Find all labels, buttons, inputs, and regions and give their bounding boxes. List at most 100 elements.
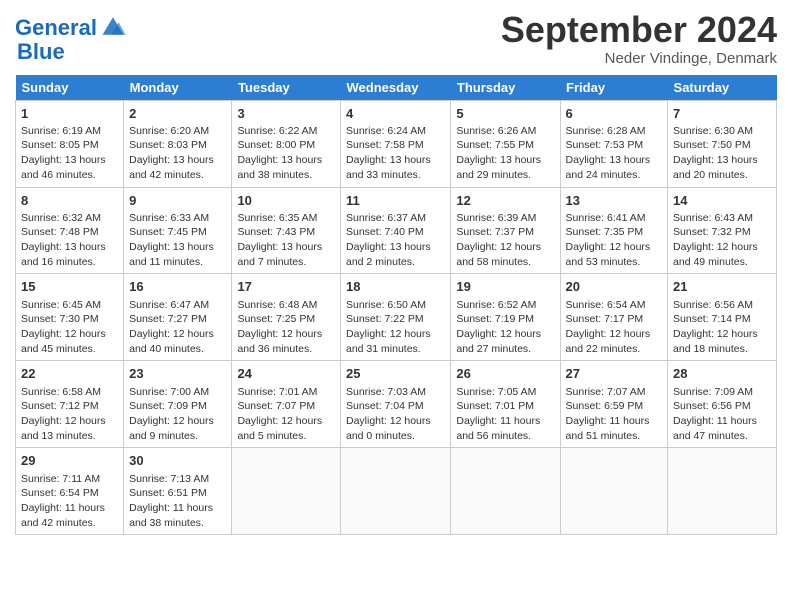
day-info: Daylight: 13 hours: [129, 153, 226, 168]
day-info: and 49 minutes.: [673, 255, 771, 270]
day-info: Daylight: 12 hours: [346, 327, 445, 342]
day-info: and 42 minutes.: [129, 168, 226, 183]
day-info: Sunset: 7:09 PM: [129, 399, 226, 414]
day-number: 5: [456, 105, 554, 123]
day-info: Sunrise: 6:41 AM: [566, 211, 662, 226]
day-info: and 24 minutes.: [566, 168, 662, 183]
day-info: Daylight: 13 hours: [346, 240, 445, 255]
day-info: and 18 minutes.: [673, 342, 771, 357]
day-info: Sunrise: 6:30 AM: [673, 124, 771, 139]
day-info: Sunrise: 6:52 AM: [456, 298, 554, 313]
day-info: Sunrise: 6:39 AM: [456, 211, 554, 226]
calendar-cell: 1Sunrise: 6:19 AMSunset: 8:05 PMDaylight…: [16, 100, 124, 187]
day-info: Sunset: 6:56 PM: [673, 399, 771, 414]
calendar-cell: 20Sunrise: 6:54 AMSunset: 7:17 PMDayligh…: [560, 274, 667, 361]
day-info: Sunrise: 6:32 AM: [21, 211, 118, 226]
calendar-cell: 26Sunrise: 7:05 AMSunset: 7:01 PMDayligh…: [451, 361, 560, 448]
day-number: 4: [346, 105, 445, 123]
day-info: Sunset: 7:04 PM: [346, 399, 445, 414]
day-number: 24: [237, 365, 335, 383]
day-number: 12: [456, 192, 554, 210]
day-info: Sunset: 7:01 PM: [456, 399, 554, 414]
calendar-cell: 28Sunrise: 7:09 AMSunset: 6:56 PMDayligh…: [668, 361, 777, 448]
day-info: and 38 minutes.: [129, 516, 226, 531]
day-number: 25: [346, 365, 445, 383]
calendar-cell: [232, 448, 341, 535]
day-number: 23: [129, 365, 226, 383]
logo-text2: Blue: [17, 39, 65, 64]
day-number: 10: [237, 192, 335, 210]
day-number: 22: [21, 365, 118, 383]
day-info: and 20 minutes.: [673, 168, 771, 183]
calendar-cell: 5Sunrise: 6:26 AMSunset: 7:55 PMDaylight…: [451, 100, 560, 187]
day-info: and 58 minutes.: [456, 255, 554, 270]
day-info: Sunrise: 6:22 AM: [237, 124, 335, 139]
header-thursday: Thursday: [451, 75, 560, 101]
day-info: Daylight: 12 hours: [129, 327, 226, 342]
calendar-cell: 2Sunrise: 6:20 AMSunset: 8:03 PMDaylight…: [124, 100, 232, 187]
day-info: Sunset: 7:37 PM: [456, 225, 554, 240]
week-row-4: 29Sunrise: 7:11 AMSunset: 6:54 PMDayligh…: [16, 448, 777, 535]
day-info: Daylight: 13 hours: [237, 240, 335, 255]
day-info: Sunrise: 6:28 AM: [566, 124, 662, 139]
header-wednesday: Wednesday: [341, 75, 451, 101]
day-info: Daylight: 12 hours: [673, 327, 771, 342]
day-info: Sunset: 7:53 PM: [566, 138, 662, 153]
day-number: 14: [673, 192, 771, 210]
day-info: Sunset: 6:59 PM: [566, 399, 662, 414]
day-number: 20: [566, 278, 662, 296]
day-info: Sunrise: 6:20 AM: [129, 124, 226, 139]
day-info: Sunset: 7:07 PM: [237, 399, 335, 414]
day-info: and 0 minutes.: [346, 429, 445, 444]
day-info: and 36 minutes.: [237, 342, 335, 357]
day-info: and 31 minutes.: [346, 342, 445, 357]
day-number: 19: [456, 278, 554, 296]
day-number: 21: [673, 278, 771, 296]
week-row-3: 22Sunrise: 6:58 AMSunset: 7:12 PMDayligh…: [16, 361, 777, 448]
day-info: Sunrise: 6:26 AM: [456, 124, 554, 139]
day-info: Sunrise: 6:56 AM: [673, 298, 771, 313]
day-info: and 53 minutes.: [566, 255, 662, 270]
day-info: and 38 minutes.: [237, 168, 335, 183]
day-info: Sunset: 7:55 PM: [456, 138, 554, 153]
day-info: and 9 minutes.: [129, 429, 226, 444]
day-info: Sunrise: 6:37 AM: [346, 211, 445, 226]
day-info: and 27 minutes.: [456, 342, 554, 357]
day-number: 27: [566, 365, 662, 383]
day-info: Sunset: 8:05 PM: [21, 138, 118, 153]
day-number: 7: [673, 105, 771, 123]
day-info: Daylight: 12 hours: [456, 240, 554, 255]
day-number: 28: [673, 365, 771, 383]
calendar-cell: 21Sunrise: 6:56 AMSunset: 7:14 PMDayligh…: [668, 274, 777, 361]
day-info: Daylight: 13 hours: [237, 153, 335, 168]
calendar-cell: 8Sunrise: 6:32 AMSunset: 7:48 PMDaylight…: [16, 187, 124, 274]
day-info: Sunset: 7:30 PM: [21, 312, 118, 327]
day-info: Sunset: 8:03 PM: [129, 138, 226, 153]
day-info: Sunrise: 6:35 AM: [237, 211, 335, 226]
day-number: 18: [346, 278, 445, 296]
day-info: Daylight: 12 hours: [456, 327, 554, 342]
header-friday: Friday: [560, 75, 667, 101]
day-number: 17: [237, 278, 335, 296]
day-info: Sunrise: 7:11 AM: [21, 472, 118, 487]
day-info: Sunset: 7:32 PM: [673, 225, 771, 240]
day-info: Daylight: 13 hours: [21, 240, 118, 255]
calendar-cell: 9Sunrise: 6:33 AMSunset: 7:45 PMDaylight…: [124, 187, 232, 274]
logo: General Blue: [15, 16, 127, 64]
header-saturday: Saturday: [668, 75, 777, 101]
day-info: Sunrise: 7:01 AM: [237, 385, 335, 400]
day-info: Daylight: 12 hours: [673, 240, 771, 255]
calendar-body: 1Sunrise: 6:19 AMSunset: 8:05 PMDaylight…: [16, 100, 777, 535]
logo-text: General: [15, 16, 97, 40]
day-info: Sunrise: 6:58 AM: [21, 385, 118, 400]
day-info: Sunset: 7:48 PM: [21, 225, 118, 240]
day-info: and 33 minutes.: [346, 168, 445, 183]
logo-icon: [99, 12, 127, 40]
calendar-cell: 7Sunrise: 6:30 AMSunset: 7:50 PMDaylight…: [668, 100, 777, 187]
header-sunday: Sunday: [16, 75, 124, 101]
day-info: Sunrise: 6:45 AM: [21, 298, 118, 313]
calendar-table: SundayMondayTuesdayWednesdayThursdayFrid…: [15, 75, 777, 536]
day-number: 2: [129, 105, 226, 123]
day-info: Sunrise: 6:19 AM: [21, 124, 118, 139]
calendar-cell: 15Sunrise: 6:45 AMSunset: 7:30 PMDayligh…: [16, 274, 124, 361]
